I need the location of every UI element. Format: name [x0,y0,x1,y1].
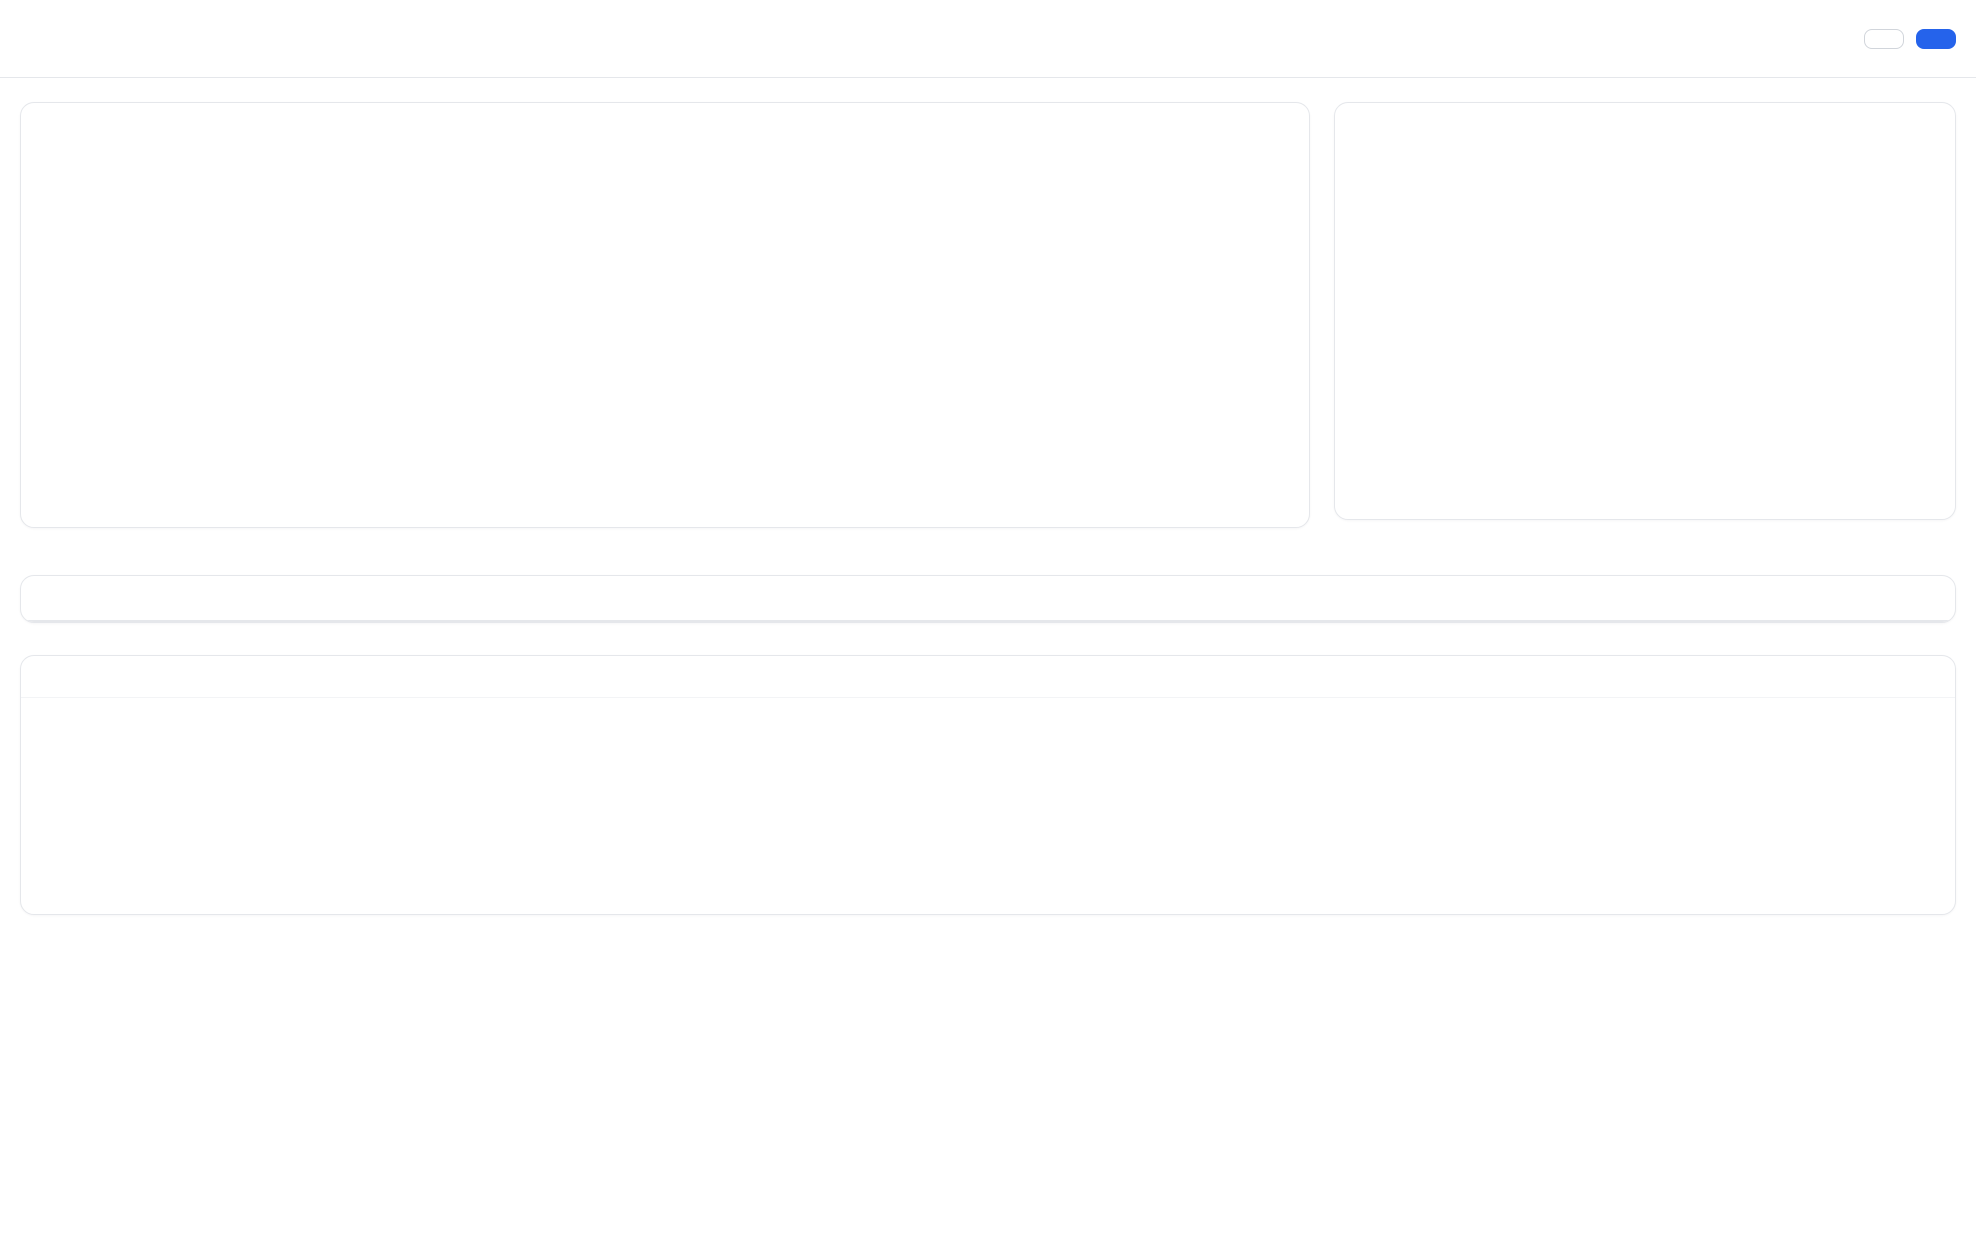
settings-button[interactable] [1864,29,1904,49]
quick-insights-grid [21,698,1955,762]
page-header [0,0,1976,78]
top-clients-title [21,576,1955,620]
clients-table-header [21,620,1955,622]
revenue-trend-card [20,102,1310,528]
quick-insights-card [20,655,1956,915]
revenue-line-chart[interactable] [45,144,1287,444]
header-actions [1864,29,1956,49]
invoice-status-card [1334,102,1956,520]
donut-chart-svg [1485,179,1715,409]
quick-insights-title [21,656,1955,698]
invoice-status-donut[interactable] [1485,179,1715,409]
export-report-button[interactable] [1916,29,1956,49]
top-clients-card [20,575,1956,623]
